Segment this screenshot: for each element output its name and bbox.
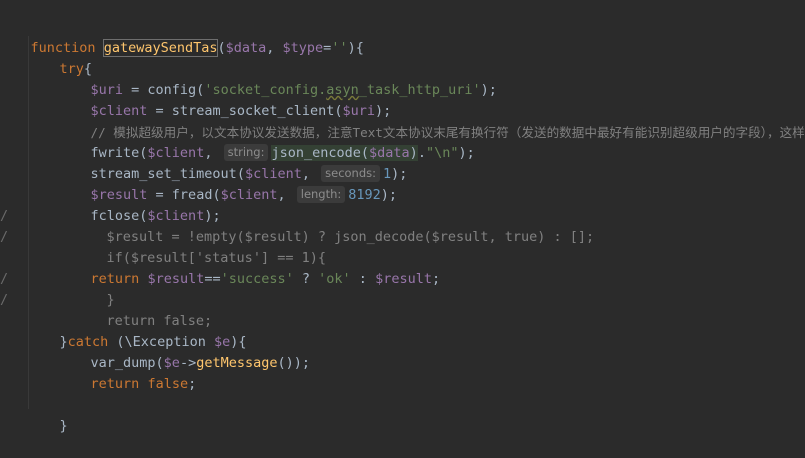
string: 'ok' [318, 271, 351, 287]
code-line-4[interactable]: $client = stream_socket_client($uri); [58, 80, 392, 119]
comment-marker: / [0, 271, 9, 287]
punct: . [417, 145, 426, 161]
punct: ){ [347, 40, 364, 56]
code-line-2[interactable]: try{ [27, 38, 93, 77]
punct: ) [409, 145, 418, 161]
punct: ; [188, 376, 197, 392]
code-line-18[interactable]: } [27, 395, 68, 434]
punct: ()); [277, 355, 310, 371]
code-line-7[interactable]: stream_set_timeout($client, seconds: 1); [58, 143, 407, 182]
method: getMessage [196, 355, 278, 371]
variable: $result [375, 271, 432, 287]
code-line-3[interactable]: $uri = config('socket_config.asyn_task_h… [58, 59, 497, 98]
code-line-10[interactable]: $result = !empty($result) ? json_decode(… [74, 206, 595, 245]
variable: $data [225, 40, 267, 56]
code-line-11[interactable]: if($result['status'] == 1){ [74, 227, 326, 266]
operator: ? [293, 271, 319, 287]
code-line-17[interactable]: return false; [58, 353, 197, 392]
keyword: return [90, 376, 140, 392]
operator: : [350, 271, 376, 287]
function-name[interactable]: gatewaySendTas [102, 39, 219, 57]
punct: ); [458, 145, 475, 161]
punct: ; [431, 271, 441, 287]
punct: ( [217, 40, 226, 56]
code-line-15[interactable]: }catch (\Exception $e){ [27, 311, 247, 350]
string: "\n" [425, 145, 459, 161]
string: '' [331, 40, 348, 56]
code-line-9[interactable]: fclose($client); [58, 185, 221, 224]
comment-marker: / [0, 292, 9, 308]
number: 8192 [348, 187, 381, 203]
code-line-14[interactable]: return false; [74, 290, 213, 329]
variable: $client [220, 187, 278, 203]
operator: == [204, 271, 221, 287]
code-line-5[interactable]: // 模拟超级用户，以文本协议发送数据，注意Text文本协议末尾有换行符（发送的… [58, 101, 805, 140]
punct: ); [480, 82, 497, 98]
code-line-8[interactable]: $result = fread($client, length: 8192); [58, 164, 397, 203]
code-line-13[interactable]: } [74, 269, 115, 308]
keyword: false [147, 376, 189, 392]
punct: , [266, 40, 283, 56]
code-line-6[interactable]: fwrite($client, string: json_encode($data… [58, 122, 475, 161]
code-line-1[interactable]: function gatewaySendTas($data, $type='')… [0, 17, 364, 57]
parameter-hint: length: [296, 186, 346, 203]
code-editor[interactable]: function gatewaySendTas($data, $type='')… [0, 0, 805, 434]
variable: $type [282, 40, 324, 56]
code-line-16[interactable]: var_dump($e->getMessage()); [58, 332, 310, 371]
variable: $result [147, 271, 205, 287]
code-line-12[interactable]: return $result=='success' ? 'ok' : $resu… [58, 248, 441, 287]
comment-marker: / [0, 208, 9, 224]
punct: ); [380, 187, 398, 203]
string: 'success' [220, 271, 294, 287]
punct: } [59, 418, 68, 434]
comment-marker: / [0, 229, 9, 245]
punct: , [277, 187, 294, 203]
